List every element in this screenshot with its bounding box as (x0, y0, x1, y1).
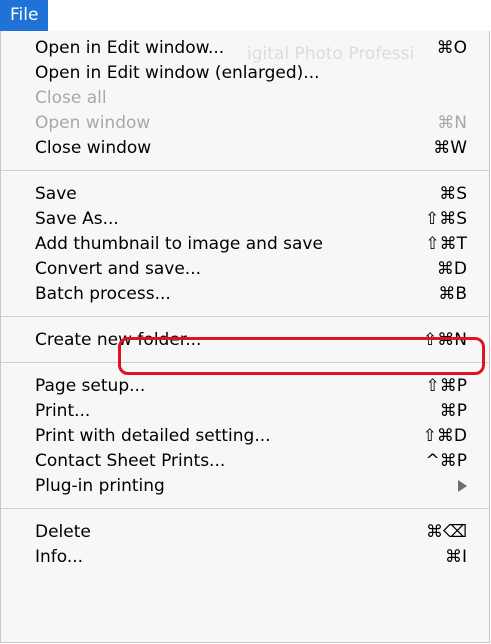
menu-item-contact-sheet-prints[interactable]: Contact Sheet Prints... ^⌘P (1, 449, 489, 474)
menu-item-shortcut: ⌘D (436, 259, 467, 279)
menu-item-save[interactable]: Save ⌘S (1, 182, 489, 207)
menu-item-label: Open in Edit window (enlarged)... (35, 63, 320, 83)
menu-item-page-setup[interactable]: Page setup... ⇧⌘P (1, 374, 489, 399)
menu-item-print-with-detailed-setting[interactable]: Print with detailed setting... ⇧⌘D (1, 424, 489, 449)
menu-separator (1, 362, 489, 363)
menu-item-delete[interactable]: Delete ⌘⌫ (1, 520, 489, 545)
menu-item-shortcut: ⌘I (444, 547, 467, 567)
menu-item-shortcut: ⌘S (439, 184, 467, 204)
menu-bar: File (0, 0, 491, 31)
menu-item-add-thumbnail-to-image-and-save[interactable]: Add thumbnail to image and save ⇧⌘T (1, 232, 489, 257)
menu-item-label: Add thumbnail to image and save (35, 234, 323, 254)
menu-item-label: Open window (35, 113, 151, 133)
menu-separator (1, 508, 489, 509)
menu-item-shortcut: ⌘O (436, 38, 467, 58)
menu-item-info[interactable]: Info... ⌘I (1, 545, 489, 570)
menu-item-shortcut: ⇧⌘P (425, 376, 468, 396)
file-menu-title[interactable]: File (0, 0, 49, 31)
file-menu-dropdown: igital Photo Professi Open in Edit windo… (0, 31, 490, 643)
menu-item-label: Open in Edit window... (35, 38, 225, 58)
menu-item-label: Contact Sheet Prints... (35, 451, 226, 471)
menu-item-label: Print... (35, 401, 91, 421)
menu-item-label: Close all (35, 88, 107, 108)
menu-item-convert-and-save[interactable]: Convert and save... ⌘D (1, 257, 489, 282)
menu-item-shortcut: ⇧⌘S (424, 209, 467, 229)
menu-item-shortcut: ⇧⌘T (425, 234, 467, 254)
menu-item-batch-process[interactable]: Batch process... ⌘B (1, 282, 489, 307)
menu-item-shortcut: ⌘⌫ (425, 522, 467, 542)
menu-item-print[interactable]: Print... ⌘P (1, 399, 489, 424)
menu-item-close-window[interactable]: Close window ⌘W (1, 136, 489, 161)
menu-item-label: Convert and save... (35, 259, 202, 279)
menu-item-open-in-edit-window[interactable]: Open in Edit window... ⌘O (1, 36, 489, 61)
menu-separator (1, 316, 489, 317)
menu-item-shortcut: ⌘B (438, 284, 467, 304)
menu-item-label: Info... (35, 547, 84, 567)
menu-item-close-all: Close all (1, 86, 489, 111)
menu-item-shortcut: ^⌘P (425, 451, 468, 471)
menu-item-label: Plug-in printing (35, 476, 165, 496)
menu-item-shortcut: ⌘N (437, 113, 467, 133)
menu-item-label: Create new folder... (35, 330, 202, 350)
menu-item-create-new-folder[interactable]: Create new folder... ⇧⌘N (1, 328, 489, 353)
submenu-arrow-icon (458, 474, 467, 499)
menu-item-shortcut: ⌘P (439, 401, 467, 421)
menu-item-open-window: Open window ⌘N (1, 111, 489, 136)
menu-item-shortcut: ⌘W (433, 138, 467, 158)
menu-item-shortcut: ⇧⌘D (422, 426, 467, 446)
menu-item-shortcut: ⇧⌘N (423, 330, 467, 350)
menu-item-label: Close window (35, 138, 152, 158)
menu-item-label: Delete (35, 522, 91, 542)
menu-item-plug-in-printing[interactable]: Plug-in printing (1, 474, 489, 499)
menu-item-label: Save As... (35, 209, 119, 229)
menu-item-label: Save (35, 184, 77, 204)
menu-item-open-in-edit-window-enlarged[interactable]: Open in Edit window (enlarged)... (1, 61, 489, 86)
menu-item-label: Batch process... (35, 284, 171, 304)
menu-separator (1, 170, 489, 171)
menu-item-label: Print with detailed setting... (35, 426, 271, 446)
menu-item-save-as[interactable]: Save As... ⇧⌘S (1, 207, 489, 232)
menu-item-label: Page setup... (35, 376, 146, 396)
